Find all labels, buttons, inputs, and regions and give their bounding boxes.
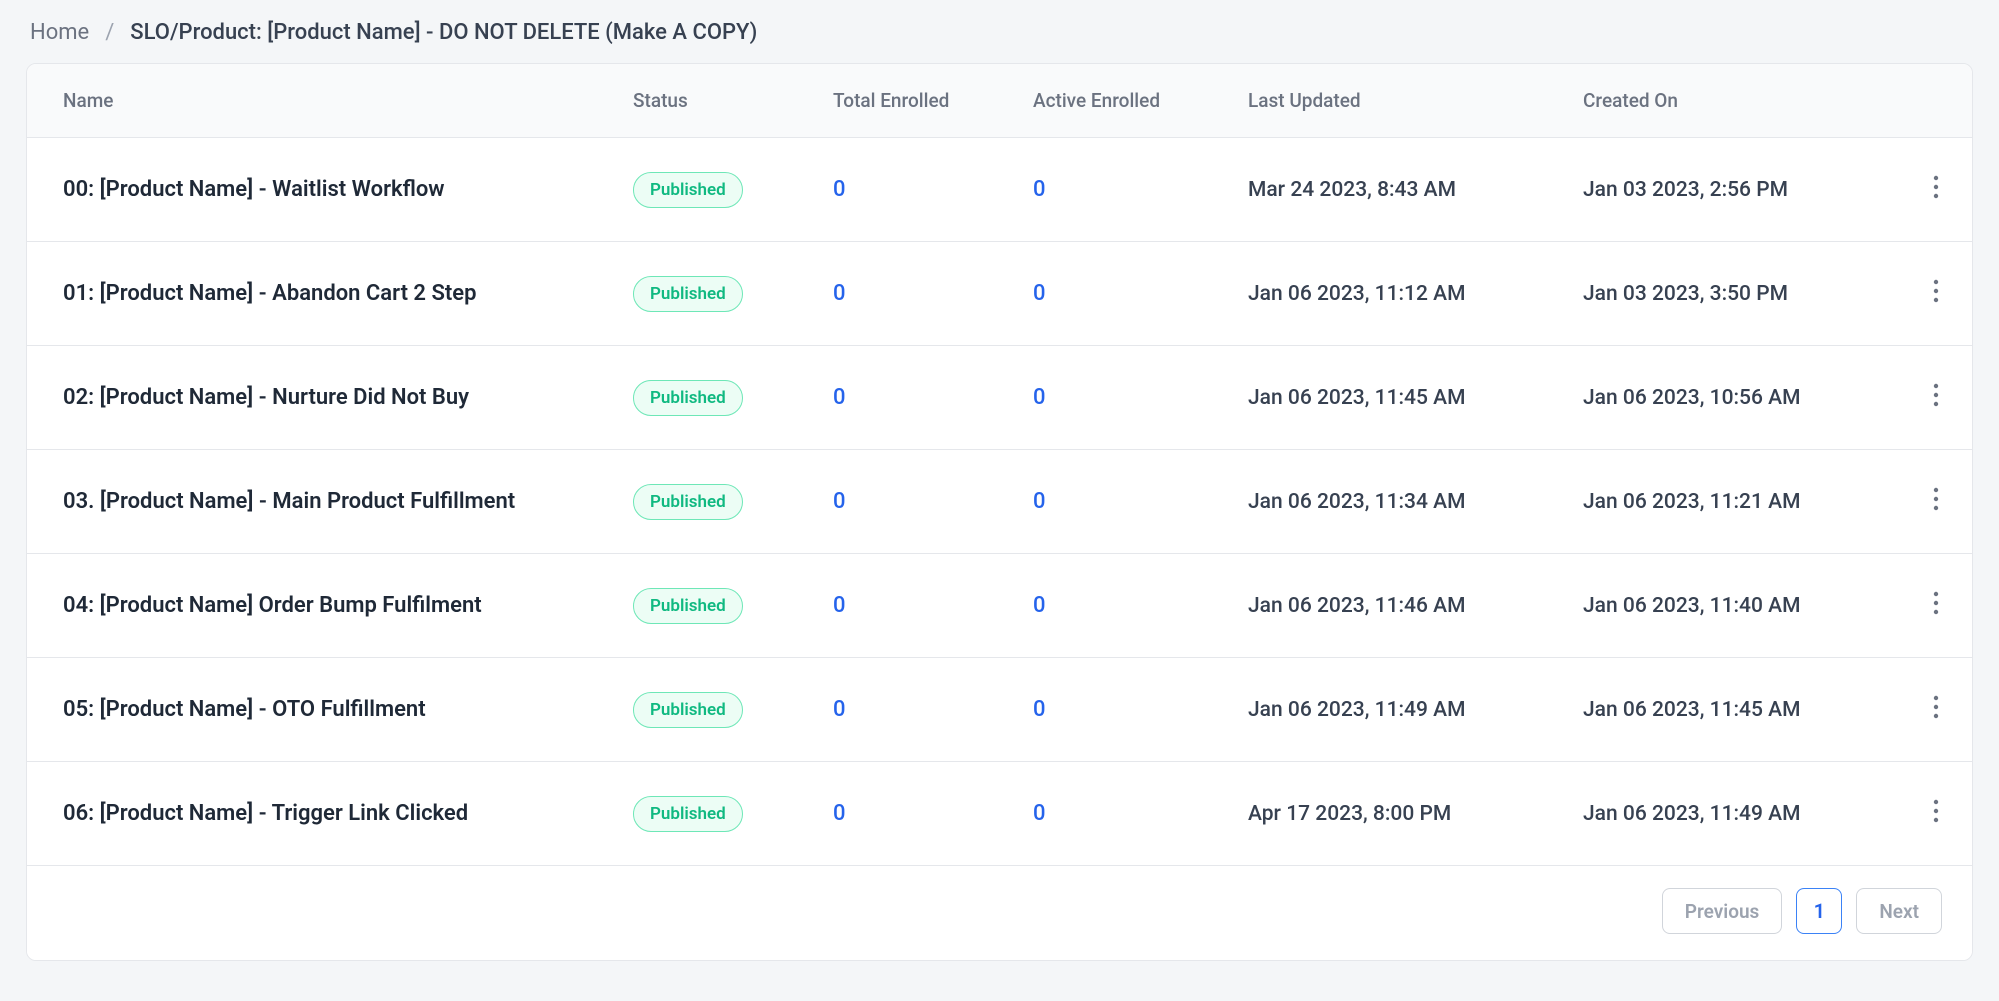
workflows-table: Name Status Total Enrolled Active Enroll… xyxy=(26,63,1973,961)
last-updated: Jan 06 2023, 11:34 AM xyxy=(1248,490,1583,514)
row-name[interactable]: 01: [Product Name] - Abandon Cart 2 Step xyxy=(63,281,477,306)
active-enrolled-link[interactable]: 0 xyxy=(1033,281,1046,306)
status-badge: Published xyxy=(633,588,743,624)
pagination-next-button[interactable]: Next xyxy=(1856,888,1942,934)
active-enrolled-link[interactable]: 0 xyxy=(1033,177,1046,202)
pagination-bar: Previous 1 Next xyxy=(27,866,1972,960)
status-badge: Published xyxy=(633,796,743,832)
row-actions-menu-button[interactable] xyxy=(1918,692,1954,728)
created-on: Jan 03 2023, 3:50 PM xyxy=(1583,282,1918,306)
last-updated: Jan 06 2023, 11:45 AM xyxy=(1248,386,1583,410)
row-actions-menu-button[interactable] xyxy=(1918,588,1954,624)
total-enrolled-link[interactable]: 0 xyxy=(833,385,846,410)
created-on: Jan 06 2023, 10:56 AM xyxy=(1583,386,1918,410)
table-row[interactable]: 02: [Product Name] - Nurture Did Not Buy… xyxy=(27,346,1972,450)
breadcrumb-current: SLO/Product: [Product Name] - DO NOT DEL… xyxy=(130,20,757,45)
last-updated: Jan 06 2023, 11:49 AM xyxy=(1248,698,1583,722)
row-actions-menu-button[interactable] xyxy=(1918,276,1954,312)
total-enrolled-link[interactable]: 0 xyxy=(833,177,846,202)
active-enrolled-link[interactable]: 0 xyxy=(1033,489,1046,514)
more-vertical-icon xyxy=(1933,695,1939,724)
last-updated: Mar 24 2023, 8:43 AM xyxy=(1248,178,1583,202)
table-row[interactable]: 06: [Product Name] - Trigger Link Clicke… xyxy=(27,762,1972,866)
row-name[interactable]: 04: [Product Name] Order Bump Fulfilment xyxy=(63,593,482,618)
more-vertical-icon xyxy=(1933,799,1939,828)
row-actions-menu-button[interactable] xyxy=(1918,172,1954,208)
status-badge: Published xyxy=(633,276,743,312)
status-badge: Published xyxy=(633,172,743,208)
status-badge: Published xyxy=(633,484,743,520)
created-on: Jan 06 2023, 11:21 AM xyxy=(1583,490,1918,514)
total-enrolled-link[interactable]: 0 xyxy=(833,281,846,306)
created-on: Jan 03 2023, 2:56 PM xyxy=(1583,178,1918,202)
row-name[interactable]: 00: [Product Name] - Waitlist Workflow xyxy=(63,177,445,202)
more-vertical-icon xyxy=(1933,175,1939,204)
breadcrumb-home[interactable]: Home xyxy=(30,20,89,45)
total-enrolled-link[interactable]: 0 xyxy=(833,801,846,826)
more-vertical-icon xyxy=(1933,383,1939,412)
table-row[interactable]: 04: [Product Name] Order Bump Fulfilment… xyxy=(27,554,1972,658)
active-enrolled-link[interactable]: 0 xyxy=(1033,385,1046,410)
row-name[interactable]: 06: [Product Name] - Trigger Link Clicke… xyxy=(63,801,468,826)
status-badge: Published xyxy=(633,380,743,416)
row-name[interactable]: 05: [Product Name] - OTO Fulfillment xyxy=(63,697,426,722)
table-header: Name Status Total Enrolled Active Enroll… xyxy=(27,64,1972,138)
active-enrolled-link[interactable]: 0 xyxy=(1033,697,1046,722)
table-row[interactable]: 00: [Product Name] - Waitlist Workflow Pu… xyxy=(27,138,1972,242)
active-enrolled-link[interactable]: 0 xyxy=(1033,801,1046,826)
more-vertical-icon xyxy=(1933,279,1939,308)
created-on: Jan 06 2023, 11:40 AM xyxy=(1583,594,1918,618)
col-header-active[interactable]: Active Enrolled xyxy=(1033,89,1248,112)
table-row[interactable]: 05: [Product Name] - OTO Fulfillment Publ… xyxy=(27,658,1972,762)
active-enrolled-link[interactable]: 0 xyxy=(1033,593,1046,618)
pagination-page-1[interactable]: 1 xyxy=(1796,888,1842,934)
pagination-previous-button[interactable]: Previous xyxy=(1662,888,1783,934)
col-header-updated[interactable]: Last Updated xyxy=(1248,89,1583,112)
col-header-status[interactable]: Status xyxy=(633,89,833,112)
created-on: Jan 06 2023, 11:45 AM xyxy=(1583,698,1918,722)
col-header-total[interactable]: Total Enrolled xyxy=(833,89,1033,112)
last-updated: Jan 06 2023, 11:12 AM xyxy=(1248,282,1583,306)
breadcrumb-separator: / xyxy=(105,20,114,45)
row-name[interactable]: 03. [Product Name] - Main Product Fulfil… xyxy=(63,489,515,514)
more-vertical-icon xyxy=(1933,487,1939,516)
last-updated: Jan 06 2023, 11:46 AM xyxy=(1248,594,1583,618)
total-enrolled-link[interactable]: 0 xyxy=(833,697,846,722)
total-enrolled-link[interactable]: 0 xyxy=(833,593,846,618)
more-vertical-icon xyxy=(1933,591,1939,620)
row-actions-menu-button[interactable] xyxy=(1918,380,1954,416)
breadcrumb: Home / SLO/Product: [Product Name] - DO … xyxy=(26,20,1973,45)
col-header-name[interactable]: Name xyxy=(63,89,633,112)
row-actions-menu-button[interactable] xyxy=(1918,484,1954,520)
last-updated: Apr 17 2023, 8:00 PM xyxy=(1248,802,1583,826)
created-on: Jan 06 2023, 11:49 AM xyxy=(1583,802,1918,826)
table-row[interactable]: 01: [Product Name] - Abandon Cart 2 Step… xyxy=(27,242,1972,346)
row-name[interactable]: 02: [Product Name] - Nurture Did Not Buy xyxy=(63,385,469,410)
status-badge: Published xyxy=(633,692,743,728)
col-header-created[interactable]: Created On xyxy=(1583,89,1918,112)
table-row[interactable]: 03. [Product Name] - Main Product Fulfil… xyxy=(27,450,1972,554)
row-actions-menu-button[interactable] xyxy=(1918,796,1954,832)
total-enrolled-link[interactable]: 0 xyxy=(833,489,846,514)
